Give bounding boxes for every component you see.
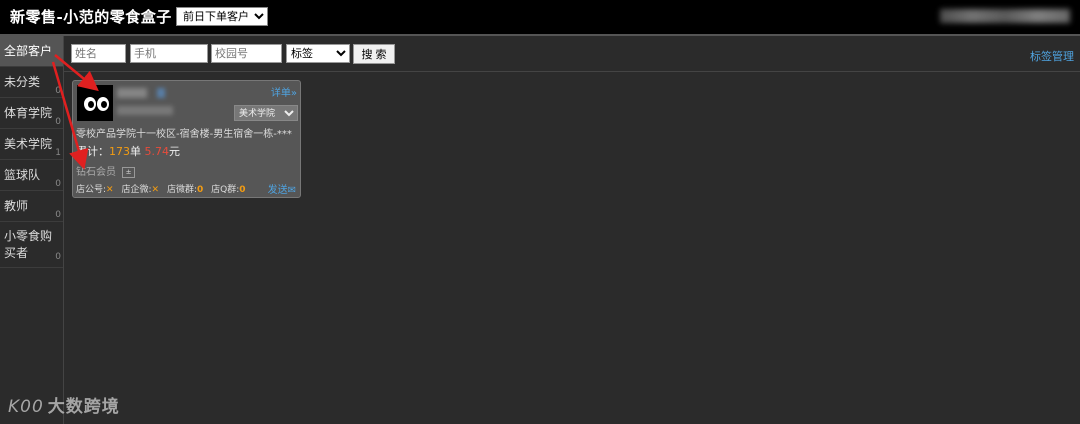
search-bar: 标签 搜 索 标签管理 — [64, 36, 1080, 72]
sidebar-item-snack-buyers[interactable]: 小零食购买者 0 — [0, 222, 63, 268]
sidebar-item-uncategorized[interactable]: 未分类 0 — [0, 67, 63, 98]
order-total-summary: 累计：173单 5.74元 — [76, 143, 180, 159]
name-search-input[interactable] — [71, 44, 126, 63]
customer-avatar[interactable] — [77, 85, 113, 121]
watermark-text: 大数跨境 — [47, 397, 120, 417]
sidebar-item-count: 0 — [55, 252, 61, 262]
cross-icon: ✕ — [106, 185, 114, 195]
sidebar-item-basketball-team[interactable]: 篮球队 0 — [0, 160, 63, 191]
member-level-label: 钻石会员 — [76, 167, 116, 178]
customer-address: 零校产品学院十一校区-宿舍楼-男生宿舍一栋-*** — [76, 129, 292, 140]
sidebar-item-teachers[interactable]: 教师 0 — [0, 191, 63, 222]
app-title: 新零售-小范的零食盒子 — [10, 8, 172, 26]
total-order-count: 173 — [109, 145, 130, 158]
phone-search-input[interactable] — [130, 44, 208, 63]
customer-name-blurred — [117, 88, 147, 98]
sidebar-item-sports-college[interactable]: 体育学院 0 — [0, 98, 63, 129]
sidebar-item-label: 体育学院 — [4, 106, 53, 120]
store-wechat-group-count: 店微群:0 — [166, 185, 204, 195]
sidebar-item-all-customers[interactable]: 全部客户 — [0, 36, 63, 67]
sidebar-item-count: 0 — [55, 179, 61, 189]
sidebar-item-count: 0 — [55, 210, 61, 220]
sidebar-item-label: 全部客户 — [4, 44, 53, 58]
tag-filter-select[interactable]: 标签 — [286, 44, 350, 63]
member-adjust-button[interactable]: ± — [122, 166, 135, 178]
sidebar-item-label: 美术学院 — [4, 137, 53, 151]
total-spend-amount: 5.74 — [144, 145, 170, 158]
sidebar-item-label: 篮球队 — [4, 168, 41, 182]
watermark-logo-icon: K00 — [8, 397, 44, 417]
cross-icon: ✕ — [151, 185, 160, 195]
store-wecom-status: 店企微:✕ — [121, 185, 160, 195]
avatar-eye-right — [97, 97, 109, 111]
sidebar-item-label: 教师 — [4, 199, 29, 213]
search-button[interactable]: 搜 索 — [353, 44, 395, 64]
sidebar-item-label: 小零食购买者 — [4, 229, 53, 260]
gender-icon — [157, 88, 165, 98]
tag-management-link[interactable]: 标签管理 — [1030, 48, 1074, 64]
category-sidebar: 全部客户 未分类 0 体育学院 0 美术学院 1 篮球队 0 教师 0 小零食购… — [0, 36, 64, 424]
avatar-eye-left — [84, 97, 96, 111]
sidebar-item-count: 0 — [55, 117, 61, 127]
college-tag-select[interactable]: 美术学院 — [234, 105, 298, 121]
order-detail-link[interactable]: 详单» — [271, 84, 297, 99]
campus-id-search-input[interactable] — [211, 44, 282, 63]
total-prefix: 累计： — [76, 145, 109, 158]
sidebar-item-count: 1 — [55, 148, 61, 158]
store-official-account-status: 店公号:✕ — [76, 185, 114, 195]
user-info-blurred — [940, 9, 1070, 23]
top-bar: 新零售-小范的零食盒子 前日下单客户 — [0, 0, 1080, 36]
orders-unit: 单 — [130, 145, 141, 158]
customer-phone-blurred — [117, 106, 173, 115]
watermark: K00 大数跨境 — [8, 392, 120, 417]
customer-filter-select[interactable]: 前日下单客户 — [176, 7, 268, 26]
store-qq-group-count: 店Q群:0 — [211, 185, 246, 195]
sidebar-item-art-college[interactable]: 美术学院 1 — [0, 129, 63, 160]
sidebar-item-label: 未分类 — [4, 75, 41, 89]
store-channel-row: 店公号:✕ 店企微:✕ 店微群:0 店Q群:0 — [76, 182, 251, 195]
sidebar-item-count: 0 — [55, 86, 61, 96]
amount-unit: 元 — [169, 145, 180, 158]
customer-card: 详单» 美术学院 零校产品学院十一校区-宿舍楼-男生宿舍一栋-*** 累计：17… — [72, 80, 301, 198]
member-level-row: 钻石会员 ± — [76, 163, 135, 178]
send-message-link[interactable]: 发送✉ — [268, 181, 296, 196]
